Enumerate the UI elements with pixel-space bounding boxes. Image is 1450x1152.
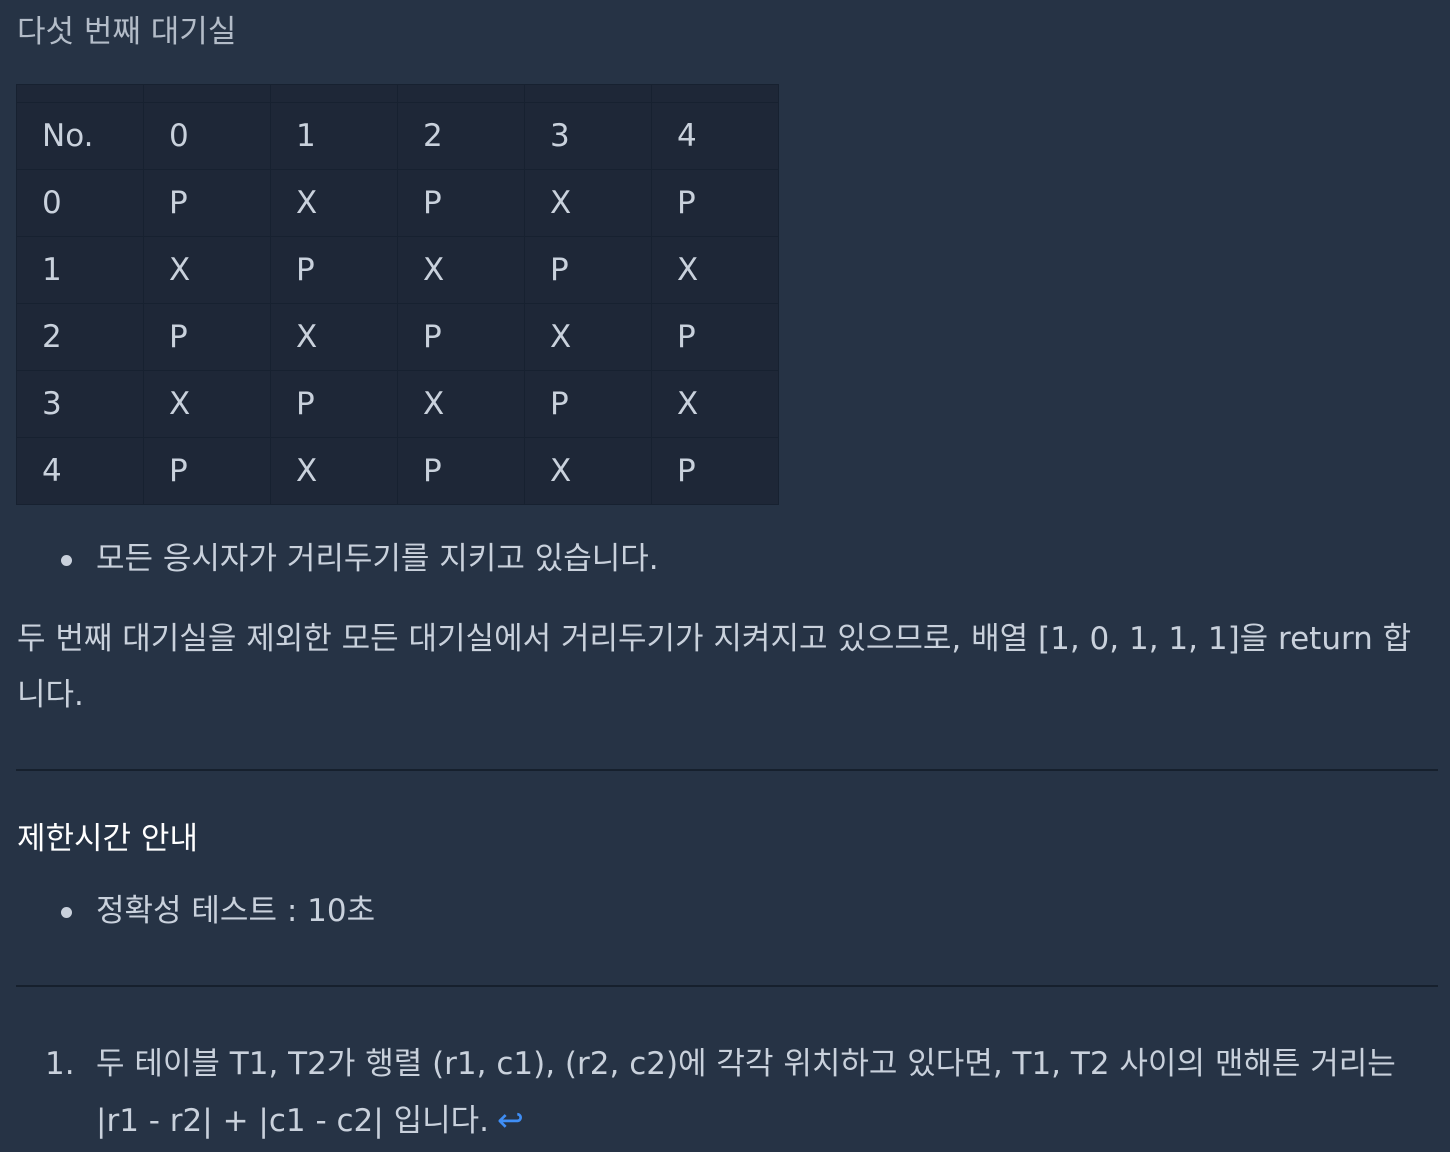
table-cell: P <box>143 303 271 371</box>
table-cell: 2 <box>397 102 525 170</box>
waiting-room-table: No. 0 1 2 3 4 0 P X P X P 1 X P X P X 2 … <box>16 84 779 505</box>
table-cell: X <box>143 370 271 438</box>
table-cell: 4 <box>16 437 144 505</box>
divider <box>16 769 1438 771</box>
time-limit-list: 정확성 테스트 : 10초 <box>52 887 375 935</box>
table-cell: P <box>143 437 271 505</box>
table-cell: 0 <box>16 169 144 237</box>
table-cell: X <box>524 169 652 237</box>
table-cell: P <box>651 169 779 237</box>
return-arrow-icon[interactable]: ↩ <box>497 1101 524 1139</box>
table-cell: X <box>524 303 652 371</box>
table-cell: P <box>143 169 271 237</box>
footnote-number: 1. <box>45 1046 75 1082</box>
table-row: 2 P X P X P <box>16 303 779 371</box>
table-cell: X <box>524 437 652 505</box>
table-header-row: No. 0 1 2 3 4 <box>16 102 779 170</box>
table-cell: X <box>397 236 525 304</box>
table-spacer-row <box>16 84 779 103</box>
table-cell: 4 <box>651 102 779 170</box>
table-row: 4 P X P X P <box>16 437 779 505</box>
list-item: 모든 응시자가 거리두기를 지키고 있습니다. <box>52 535 659 583</box>
table-row: 3 X P X P X <box>16 370 779 438</box>
table-cell: P <box>270 370 398 438</box>
time-limit-title: 제한시간 안내 <box>17 821 198 857</box>
table-cell: P <box>524 370 652 438</box>
result-paragraph: 두 번째 대기실을 제외한 모든 대기실에서 거리두기가 지켜지고 있으므로, … <box>17 621 1412 713</box>
table-cell: X <box>651 236 779 304</box>
table-row: 1 X P X P X <box>16 236 779 304</box>
table-cell: No. <box>16 102 144 170</box>
table-cell: 1 <box>270 102 398 170</box>
table-cell: 0 <box>143 102 271 170</box>
table-cell: P <box>397 169 525 237</box>
table-cell: X <box>270 169 398 237</box>
table-cell: P <box>397 303 525 371</box>
table-cell: P <box>651 303 779 371</box>
divider <box>16 985 1438 987</box>
list-item: 정확성 테스트 : 10초 <box>52 887 375 935</box>
table-cell: X <box>270 303 398 371</box>
table-cell: 2 <box>16 303 144 371</box>
table-cell: X <box>651 370 779 438</box>
table-cell: X <box>270 437 398 505</box>
table-cell: X <box>397 370 525 438</box>
waiting-room-heading: 다섯 번째 대기실 <box>17 14 237 50</box>
table-cell: 3 <box>524 102 652 170</box>
footnote: 1. 두 테이블 T1, T2가 행렬 (r1, c1), (r2, c2)에 … <box>45 1036 1440 1149</box>
table-cell: P <box>651 437 779 505</box>
table-cell: 3 <box>16 370 144 438</box>
table-row: 0 P X P X P <box>16 169 779 237</box>
table-cell: P <box>270 236 398 304</box>
table-cell: P <box>397 437 525 505</box>
table-cell: 1 <box>16 236 144 304</box>
result-bullet-list: 모든 응시자가 거리두기를 지키고 있습니다. <box>52 535 659 583</box>
table-cell: X <box>143 236 271 304</box>
footnote-text: 두 테이블 T1, T2가 행렬 (r1, c1), (r2, c2)에 각각 … <box>96 1046 1396 1139</box>
table-cell: P <box>524 236 652 304</box>
